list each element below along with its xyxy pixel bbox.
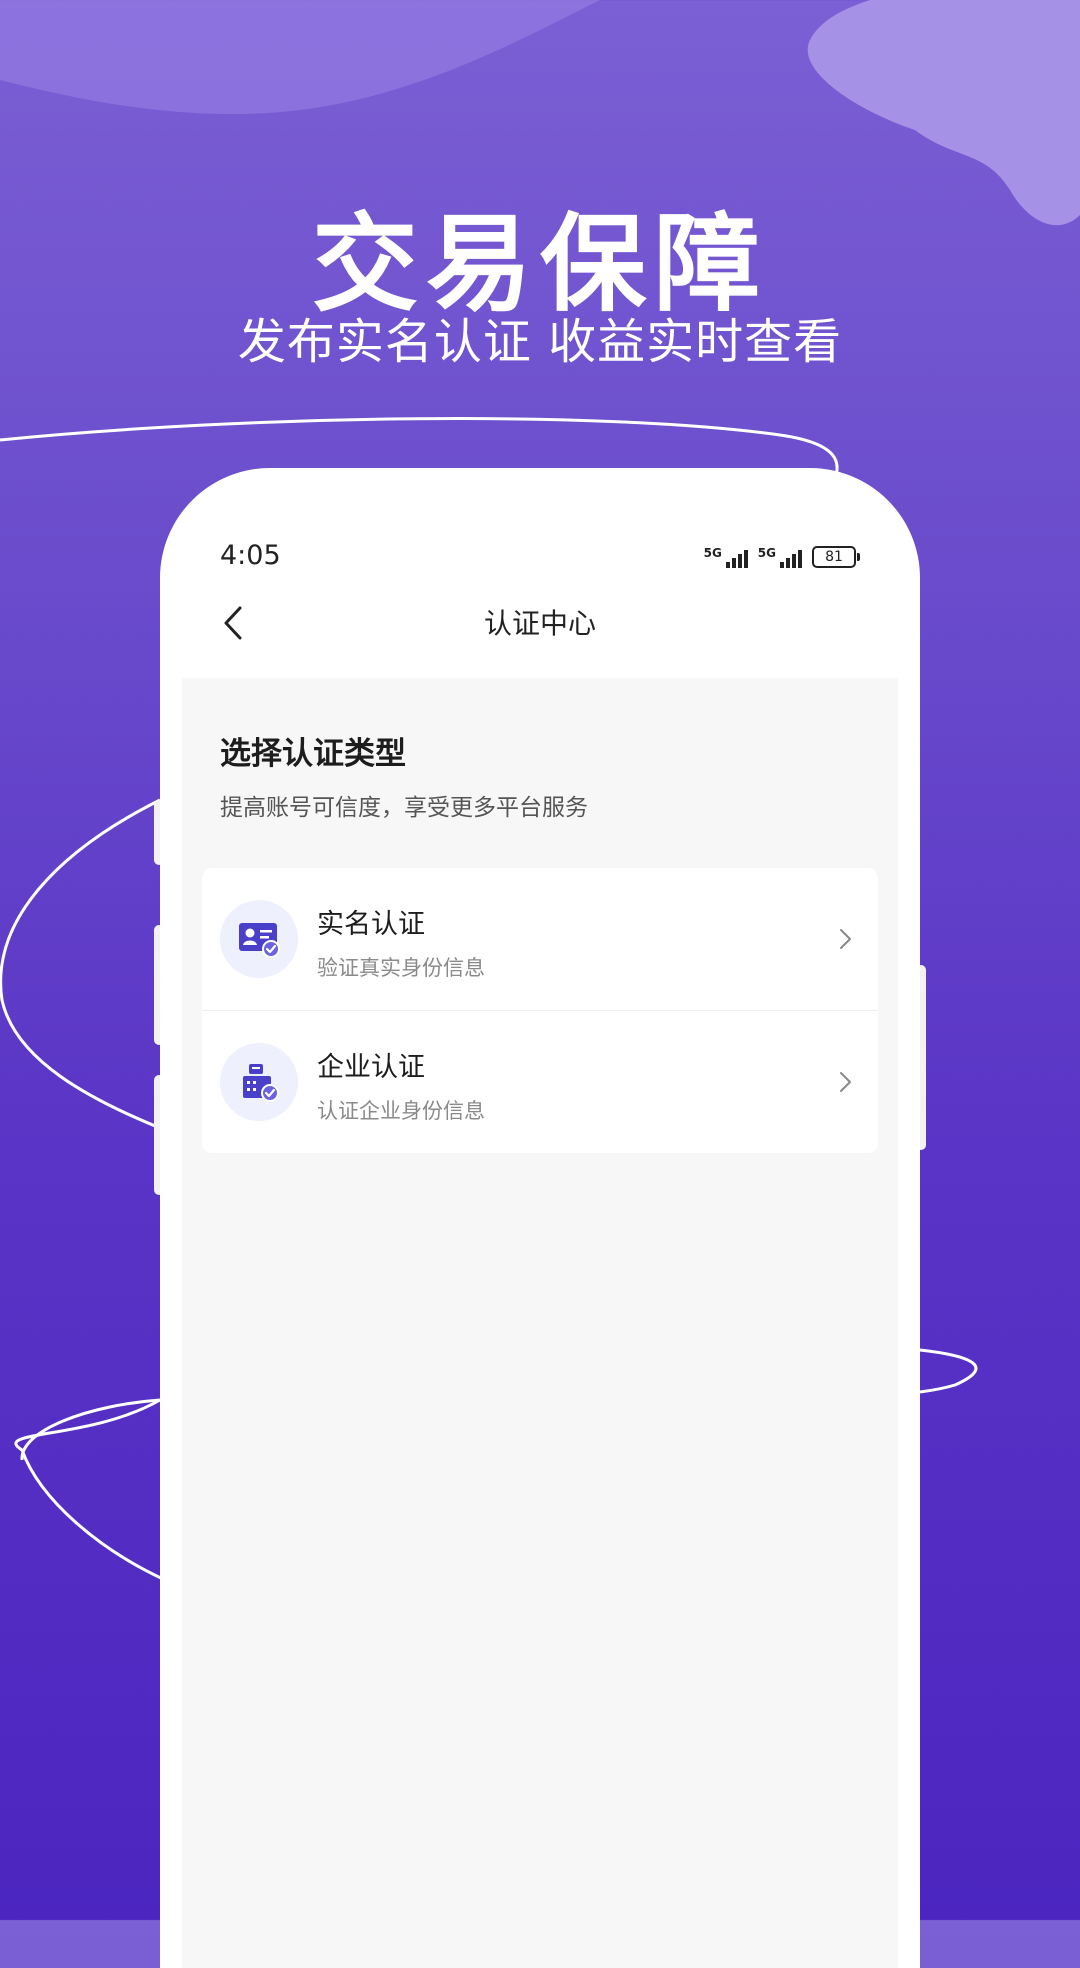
verification-list: 实名认证 验证真实身份信息 企业认证 认证企业身份信息 bbox=[202, 868, 878, 1153]
item-subtitle: 认证企业身份信息 bbox=[317, 1099, 485, 1123]
item-title: 实名认证 bbox=[317, 909, 425, 940]
content-area: 选择认证类型 提高账号可信度，享受更多平台服务 实名认证 验证真实身份信息 企业… bbox=[182, 678, 898, 1968]
list-item-real-name[interactable]: 实名认证 验证真实身份信息 bbox=[202, 868, 878, 1010]
list-item-enterprise[interactable]: 企业认证 认证企业身份信息 bbox=[202, 1010, 878, 1153]
section-subtitle: 提高账号可信度，享受更多平台服务 bbox=[220, 795, 588, 821]
nav-title: 认证中心 bbox=[483, 607, 596, 640]
signal-icon: 5G bbox=[758, 546, 802, 568]
status-time: 4:05 bbox=[220, 540, 281, 571]
item-subtitle: 验证真实身份信息 bbox=[317, 956, 485, 980]
phone-frame: 4:05 5G 5G 81 认证中心 选择认证类型 提高账号可信度，享受更多平台… bbox=[160, 468, 920, 1968]
network-label: 5G bbox=[703, 546, 722, 560]
status-icons: 5G 5G 81 bbox=[704, 544, 860, 568]
building-check-icon bbox=[220, 1043, 298, 1121]
signal-icon: 5G bbox=[704, 546, 748, 568]
phone-screen: 4:05 5G 5G 81 认证中心 选择认证类型 提高账号可信度，享受更多平台… bbox=[182, 488, 898, 1968]
id-card-check-icon bbox=[220, 900, 298, 978]
item-title: 企业认证 bbox=[317, 1052, 425, 1083]
battery-icon: 81 bbox=[812, 546, 860, 568]
nav-bar: 认证中心 bbox=[182, 578, 898, 668]
chevron-right-icon bbox=[840, 929, 851, 949]
promo-subtitle: 发布实名认证 收益实时查看 bbox=[237, 314, 843, 370]
network-label: 5G bbox=[757, 546, 776, 560]
chevron-right-icon bbox=[840, 1072, 851, 1092]
section-title: 选择认证类型 bbox=[220, 736, 406, 772]
promo-title: 交易保障 bbox=[312, 203, 768, 326]
